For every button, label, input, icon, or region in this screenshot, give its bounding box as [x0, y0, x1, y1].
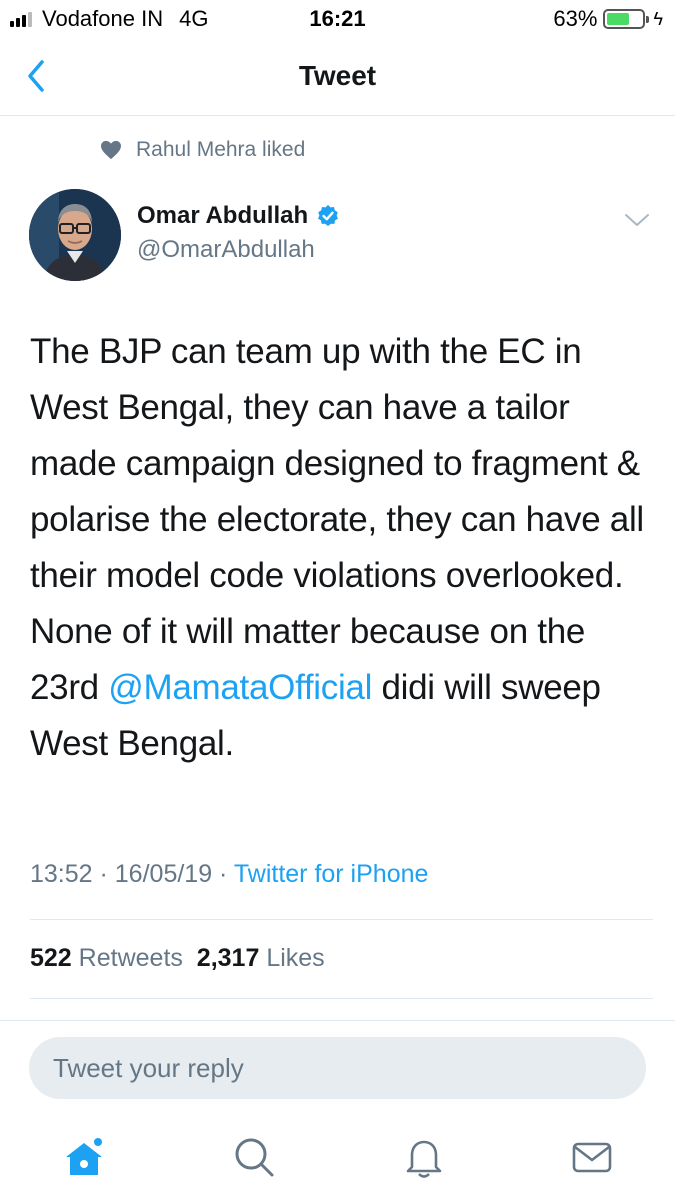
battery-percent: 63% [553, 6, 598, 31]
reply-input[interactable]: Tweet your reply [29, 1037, 646, 1099]
social-context-text: Rahul Mehra liked [136, 138, 306, 161]
author-handle[interactable]: @OmarAbdullah [137, 236, 315, 264]
status-bar: Vodafone IN 4G 16:21 63% ϟ [0, 0, 675, 40]
likes-count[interactable]: 2,317 Likes [197, 944, 325, 972]
divider [30, 919, 653, 920]
tweet-detail-screen: Vodafone IN 4G 16:21 63% ϟ Tweet Rahul M… [0, 0, 675, 1200]
retweets-value: 522 [30, 944, 72, 972]
social-context[interactable]: Rahul Mehra liked [100, 138, 305, 162]
bell-icon [406, 1140, 442, 1178]
meta-separator-2: · [212, 860, 234, 888]
retweets-count[interactable]: 522 Retweets [30, 944, 183, 972]
tweet-meta: 13:52 · 16/05/19 · Twitter for iPhone [30, 860, 428, 889]
engagement-counts: 522 Retweets 2,317 Likes [30, 944, 325, 973]
battery-fill [607, 13, 629, 25]
likes-label: Likes [266, 944, 325, 972]
heart-icon [101, 140, 121, 160]
tweet-date: 16/05/19 [114, 860, 213, 888]
tab-home[interactable] [62, 1135, 106, 1179]
author-name-text: Omar Abdullah [137, 202, 309, 229]
page-title: Tweet [298, 60, 377, 91]
retweets-label: Retweets [78, 944, 183, 972]
tweet-text: The BJP can team up with the EC in West … [30, 324, 660, 772]
charging-icon: ϟ [653, 8, 663, 29]
avatar-photo [29, 189, 121, 281]
tab-messages[interactable] [570, 1135, 614, 1179]
avatar[interactable] [29, 189, 121, 281]
mention-link[interactable]: @MamataOfficial [108, 668, 372, 707]
tab-search[interactable] [232, 1135, 276, 1179]
tweet-source-link[interactable]: Twitter for iPhone [234, 860, 429, 888]
tab-notifications[interactable] [402, 1135, 446, 1179]
tweet-text-body: The BJP can team up with the EC in West … [30, 332, 644, 707]
divider [30, 998, 653, 999]
author-name[interactable]: Omar Abdullah [137, 202, 340, 230]
likes-value: 2,317 [196, 944, 260, 972]
tweet-time: 13:52 [30, 860, 93, 888]
mail-icon [572, 1142, 612, 1173]
meta-separator: · [92, 860, 115, 888]
reply-area: Tweet your reply [0, 1020, 675, 1200]
status-right: 63% ϟ [553, 6, 663, 32]
home-icon [66, 1138, 102, 1175]
tweet-options-button[interactable] [624, 212, 650, 233]
nav-bar: Tweet [0, 40, 675, 116]
battery-icon [603, 9, 650, 29]
verified-badge-icon [318, 205, 339, 226]
search-icon [235, 1138, 274, 1177]
chevron-down-icon [625, 214, 649, 226]
